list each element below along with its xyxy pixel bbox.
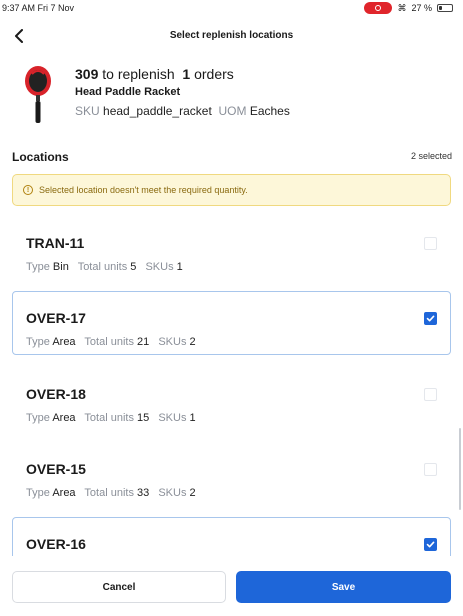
cancel-button[interactable]: Cancel <box>12 571 226 603</box>
location-name: TRAN-11 <box>26 235 85 251</box>
location-meta: Type Area Total units 21 SKUs 2 <box>26 336 202 348</box>
total-units-value: 15 <box>137 412 150 424</box>
location-card[interactable]: OVER-16Type Area Total units 20 SKUs 1 <box>12 517 451 556</box>
status-bar: 9:37 AM Fri 7 Nov ⌘ 27 % <box>0 0 463 16</box>
location-checkbox[interactable] <box>424 388 437 401</box>
page-title: Select replenish locations <box>169 30 294 41</box>
product-image <box>25 66 51 123</box>
scrollbar[interactable] <box>459 428 461 510</box>
skus-label: SKUs <box>158 487 187 499</box>
total-units-label: Total units <box>84 336 134 348</box>
type-value: Area <box>52 487 76 499</box>
location-checkbox[interactable] <box>424 463 437 476</box>
location-name: OVER-18 <box>26 386 86 402</box>
location-meta: Type Area Total units 15 SKUs 1 <box>26 412 202 424</box>
location-card[interactable]: TRAN-11 Type Bin Total units 5 SKUs 1 <box>12 216 451 280</box>
skus-value: 2 <box>189 336 196 348</box>
location-card[interactable]: OVER-17 Type Area Total units 21 SKUs 2 <box>12 291 451 355</box>
product-name: Head Paddle Racket <box>75 86 181 98</box>
checkmark-icon <box>426 541 435 548</box>
skus-value: 1 <box>189 412 196 424</box>
total-units-value: 21 <box>137 336 150 348</box>
wifi-icon: ⌘ <box>397 2 407 13</box>
location-name: OVER-17 <box>26 310 86 326</box>
checkmark-icon <box>426 315 435 322</box>
skus-value: 1 <box>176 261 183 273</box>
battery-icon <box>437 4 453 12</box>
type-label: Type <box>26 412 50 424</box>
location-meta: Type Area Total units 33 SKUs 2 <box>26 487 202 499</box>
selected-count: 2 selected <box>410 151 452 161</box>
total-units-value: 5 <box>130 261 137 273</box>
skus-label: SKUs <box>158 412 187 424</box>
location-checkbox[interactable] <box>424 237 437 250</box>
location-name: OVER-16 <box>26 536 86 552</box>
replenish-count: 309 <box>75 66 99 82</box>
locations-title: Locations <box>12 150 69 164</box>
save-button[interactable]: Save <box>236 571 451 603</box>
location-card[interactable]: OVER-18 Type Area Total units 15 SKUs 1 <box>12 367 451 431</box>
battery-percent: 27 % <box>411 3 432 13</box>
type-label: Type <box>26 336 50 348</box>
skus-label: SKUs <box>158 336 187 348</box>
type-value: Bin <box>52 261 69 273</box>
location-meta: Type Bin Total units 5 SKUs 1 <box>26 261 189 273</box>
warning-text: Selected location doesn't meet the requi… <box>39 185 248 195</box>
locations-header: Locations 2 selected <box>12 148 452 166</box>
sku-label: SKU <box>75 104 100 118</box>
uom-value: Eaches <box>249 104 290 118</box>
header: Select replenish locations <box>0 24 463 50</box>
replenish-label: to replenish <box>102 66 175 82</box>
status-date: Fri 7 Nov <box>37 3 75 13</box>
warning-banner: ! Selected location doesn't meet the req… <box>12 174 451 206</box>
status-time: 9:37 AM <box>2 3 36 13</box>
location-name: OVER-15 <box>26 461 86 477</box>
uom-label: UOM <box>218 104 247 118</box>
skus-value: 2 <box>189 487 196 499</box>
skus-label: SKUs <box>145 261 174 273</box>
total-units-label: Total units <box>84 412 134 424</box>
orders-label: orders <box>194 66 234 82</box>
sku-value: head_paddle_racket <box>103 104 212 118</box>
type-value: Area <box>52 412 76 424</box>
type-label: Type <box>26 261 50 273</box>
type-value: Area <box>52 336 76 348</box>
footer: Cancel Save <box>0 564 463 616</box>
total-units-label: Total units <box>84 487 134 499</box>
type-label: Type <box>26 487 50 499</box>
orders-count: 1 <box>182 66 191 82</box>
info-icon: ! <box>23 185 33 195</box>
location-checkbox[interactable] <box>424 312 437 325</box>
total-units-value: 33 <box>137 487 150 499</box>
screen-recording-icon <box>364 2 393 14</box>
location-checkbox[interactable] <box>424 538 437 551</box>
product-summary: 309 to replenish 1 orders Head Paddle Ra… <box>18 64 448 126</box>
total-units-label: Total units <box>77 261 128 273</box>
location-list[interactable]: TRAN-11 Type Bin Total units 5 SKUs 1 OVER… <box>0 210 463 556</box>
location-card[interactable]: OVER-15 Type Area Total units 33 SKUs 2 <box>12 442 451 506</box>
